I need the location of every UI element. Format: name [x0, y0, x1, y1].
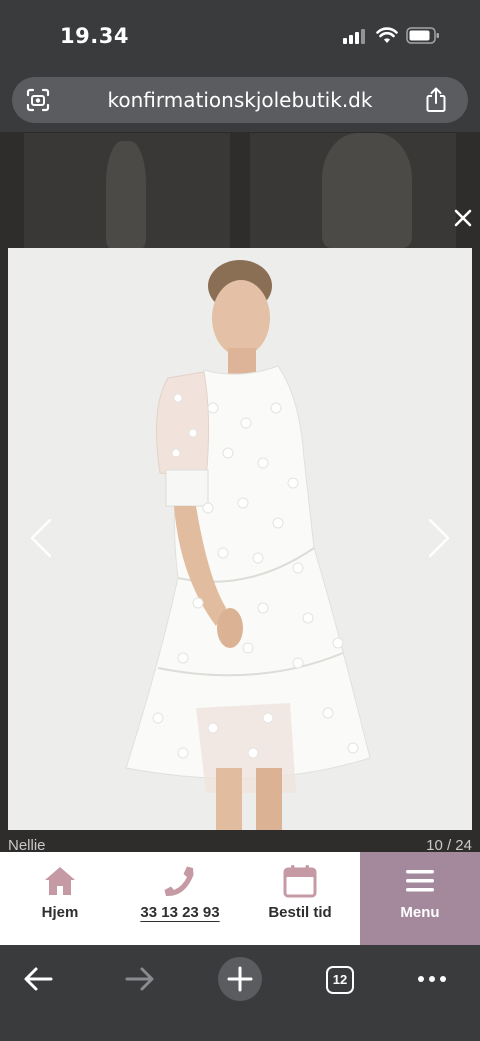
- background-product-thumbnail: [250, 133, 456, 248]
- home-icon: [45, 867, 75, 895]
- image-counter: 10 / 24: [426, 837, 472, 853]
- url-text[interactable]: konfirmationskjolebutik.dk: [12, 77, 468, 123]
- previous-arrow-icon[interactable]: [26, 516, 56, 560]
- browser-toolbar: 12: [0, 945, 480, 1041]
- menu-icon: [406, 870, 434, 892]
- visual-lookup-icon[interactable]: [26, 88, 50, 112]
- share-icon[interactable]: [425, 87, 447, 113]
- close-icon[interactable]: [452, 207, 474, 229]
- image-caption: Nellie: [8, 837, 46, 853]
- next-arrow-icon[interactable]: [424, 516, 454, 560]
- more-icon[interactable]: [410, 957, 454, 1001]
- dress-photo: [8, 248, 472, 830]
- nav-item-label: Hjem: [41, 904, 79, 921]
- new-tab-button[interactable]: [218, 957, 262, 1001]
- tabs-button[interactable]: 12: [318, 957, 362, 1001]
- wifi-icon: [376, 27, 398, 43]
- browser-header: konfirmationskjolebutik.dk: [0, 72, 480, 132]
- page-content: Nellie 10 / 24: [0, 133, 480, 853]
- nav-item-label: Bestil tid: [268, 904, 332, 921]
- back-arrow-icon[interactable]: [17, 957, 61, 1001]
- status-time: 19.34: [60, 24, 129, 48]
- calendar-icon: [283, 865, 317, 898]
- phone-icon: [164, 866, 194, 897]
- phone-number-link[interactable]: 33 13 23 93: [120, 904, 240, 921]
- nav-item-book[interactable]: Bestil tid: [240, 852, 360, 945]
- plus-icon: [227, 966, 253, 992]
- battery-icon: [406, 27, 439, 44]
- forward-arrow-icon[interactable]: [117, 957, 161, 1001]
- nav-item-phone[interactable]: 33 13 23 93: [120, 852, 240, 945]
- background-product-thumbnail: [24, 133, 230, 248]
- address-bar[interactable]: konfirmationskjolebutik.dk: [12, 77, 468, 123]
- nav-item-home[interactable]: Hjem: [0, 852, 120, 945]
- product-image: [8, 248, 472, 830]
- tab-count: 12: [326, 966, 354, 994]
- nav-item-menu[interactable]: Menu: [360, 852, 480, 945]
- site-bottom-nav: Hjem 33 13 23 93 Bestil tid Menu: [0, 852, 480, 945]
- status-bar: 19.34: [0, 0, 480, 72]
- phone-screen: 19.34 konfirmationskjolebutik.dk Nellie …: [0, 0, 480, 1041]
- cellular-signal-icon: [343, 29, 369, 44]
- nav-item-label: Menu: [400, 904, 440, 921]
